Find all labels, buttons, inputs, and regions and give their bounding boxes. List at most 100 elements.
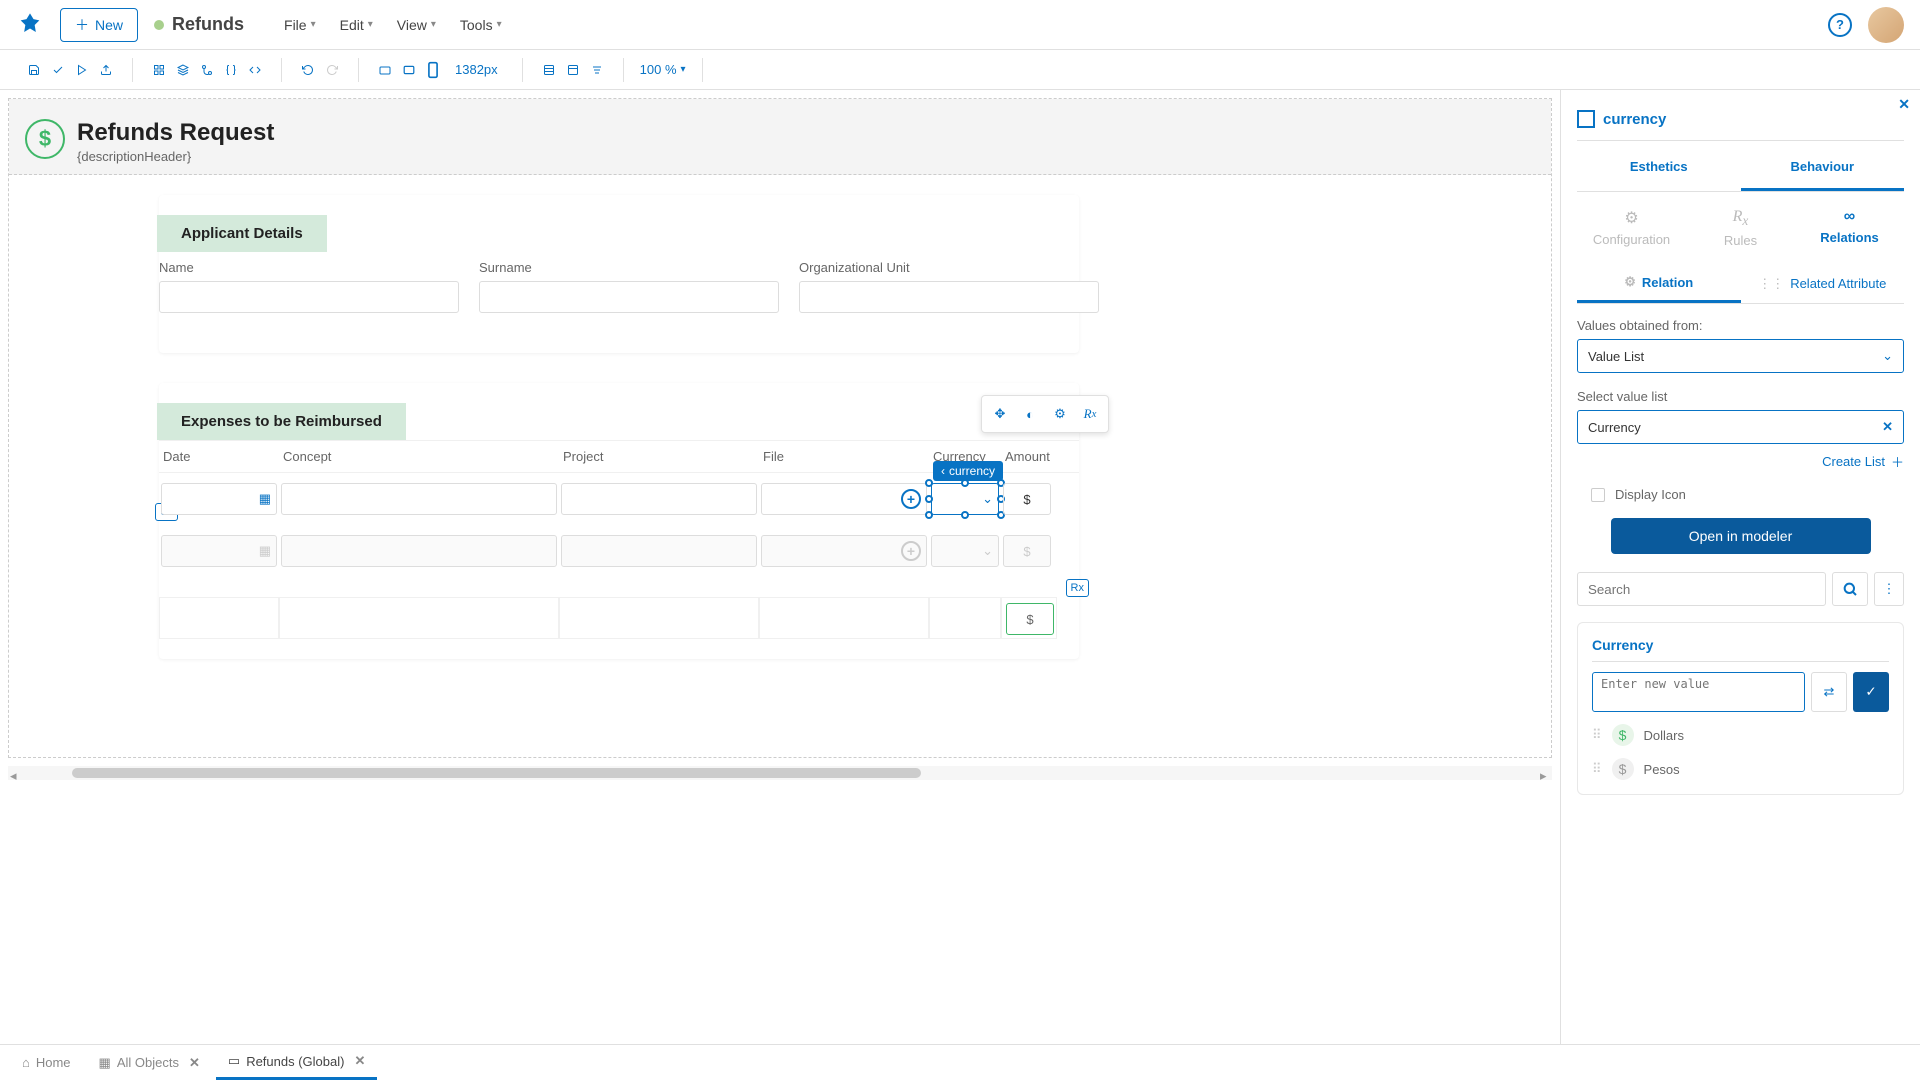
- new-button-label: New: [95, 17, 123, 33]
- value-card-title: Currency: [1592, 637, 1889, 662]
- value-item[interactable]: ⠿ $ Pesos: [1592, 746, 1889, 780]
- export-icon[interactable]: [96, 60, 116, 80]
- tab-refunds[interactable]: ▭ Refunds (Global) ✕: [216, 1045, 377, 1080]
- chevron-down-icon: ▾: [311, 19, 316, 30]
- expenses-panel: ✥ ◐ ⚙ Rx Expenses to be Reimbursed Date …: [159, 383, 1079, 659]
- field-type-icon: [1577, 110, 1595, 128]
- display-icon-checkbox[interactable]: [1591, 488, 1605, 502]
- scroll-right-icon[interactable]: ▸: [1540, 768, 1550, 778]
- chevron-down-icon: ▾: [431, 19, 436, 30]
- play-icon[interactable]: [72, 60, 92, 80]
- drag-handle-icon[interactable]: ⠿: [1592, 727, 1602, 743]
- palette-icon[interactable]: ◐: [1016, 400, 1044, 428]
- redo-icon: [322, 60, 342, 80]
- close-icon[interactable]: ✕: [354, 1053, 365, 1069]
- tab-relations[interactable]: ∞Relations: [1795, 200, 1904, 256]
- tab-behaviour[interactable]: Behaviour: [1741, 145, 1905, 191]
- close-icon[interactable]: ✕: [1898, 96, 1910, 113]
- branch-icon[interactable]: [197, 60, 217, 80]
- app-logo[interactable]: [16, 11, 44, 39]
- surname-label: Surname: [479, 260, 779, 275]
- value-label: Dollars: [1644, 728, 1684, 743]
- currency-icon: $: [1612, 758, 1634, 780]
- open-modeler-button[interactable]: Open in modeler: [1611, 518, 1871, 554]
- mobile-icon[interactable]: [423, 60, 443, 80]
- currency-tag: ‹ currency: [933, 461, 1003, 481]
- amount-input[interactable]: $: [1003, 483, 1051, 515]
- tab-rules[interactable]: RxRules: [1686, 200, 1795, 256]
- new-value-input[interactable]: [1592, 672, 1805, 712]
- close-icon[interactable]: ✕: [189, 1055, 200, 1071]
- chevron-down-icon: ▾: [681, 64, 686, 75]
- chevron-down-icon: ▾: [497, 19, 502, 30]
- applicant-panel: Applicant Details Name Surname Organizat…: [159, 195, 1079, 353]
- menu-tools[interactable]: Tools▾: [460, 17, 502, 33]
- menu-view[interactable]: View▾: [397, 17, 436, 33]
- add-file-icon[interactable]: +: [901, 489, 921, 509]
- tab-configuration[interactable]: ⚙Configuration: [1577, 200, 1686, 256]
- drag-handle-icon[interactable]: ⠿: [1592, 761, 1602, 777]
- concept-input[interactable]: [281, 483, 557, 515]
- align-icon[interactable]: [587, 60, 607, 80]
- rx-badge[interactable]: Rx: [1066, 579, 1089, 597]
- surname-input[interactable]: [479, 281, 779, 313]
- element-toolbar: ✥ ◐ ⚙ Rx: [981, 395, 1109, 433]
- confirm-value-button[interactable]: ✓: [1853, 672, 1889, 712]
- scrollbar-thumb[interactable]: [72, 768, 921, 778]
- translate-icon[interactable]: ⇄: [1811, 672, 1847, 712]
- org-input[interactable]: [799, 281, 1099, 313]
- user-avatar[interactable]: [1868, 7, 1904, 43]
- components-icon[interactable]: [149, 60, 169, 80]
- gear-icon: ⚙: [1624, 208, 1638, 228]
- code-icon[interactable]: [245, 60, 265, 80]
- layers-icon[interactable]: [173, 60, 193, 80]
- search-button[interactable]: [1832, 572, 1868, 606]
- tab-home[interactable]: ⌂ Home: [10, 1047, 83, 1078]
- grid-icon: ▦: [99, 1055, 111, 1071]
- layout-icon-1[interactable]: [539, 60, 559, 80]
- select-list-input[interactable]: Currency ✕: [1577, 410, 1904, 444]
- undo-icon[interactable]: [298, 60, 318, 80]
- check-icon[interactable]: [48, 60, 68, 80]
- name-input[interactable]: [159, 281, 459, 313]
- new-button[interactable]: ＋ New: [60, 8, 138, 42]
- tablet-icon[interactable]: [399, 60, 419, 80]
- search-input[interactable]: [1577, 572, 1826, 606]
- menu-edit[interactable]: Edit▾: [340, 17, 373, 33]
- col-concept: Concept: [279, 441, 559, 472]
- select-list-label: Select value list: [1577, 389, 1904, 404]
- layout-icon-2[interactable]: [563, 60, 583, 80]
- form-icon: ▭: [228, 1053, 240, 1069]
- gear-icon[interactable]: ⚙: [1046, 400, 1074, 428]
- col-file: File: [759, 441, 929, 472]
- value-item[interactable]: ⠿ $ Dollars: [1592, 712, 1889, 746]
- document-title: Refunds: [172, 14, 244, 35]
- tab-relation[interactable]: ⚙Relation: [1577, 264, 1741, 303]
- org-label: Organizational Unit: [799, 260, 1099, 275]
- help-icon[interactable]: ?: [1828, 13, 1852, 37]
- project-input[interactable]: [561, 483, 757, 515]
- horizontal-scrollbar[interactable]: ◂ ▸: [8, 766, 1552, 780]
- tab-esthetics[interactable]: Esthetics: [1577, 145, 1741, 191]
- chevron-down-icon[interactable]: ⌄: [982, 491, 993, 507]
- save-icon[interactable]: [24, 60, 44, 80]
- clear-icon[interactable]: ✕: [1882, 419, 1893, 435]
- scroll-left-icon[interactable]: ◂: [10, 768, 20, 778]
- calendar-icon[interactable]: ▦: [259, 491, 271, 507]
- create-list-link[interactable]: Create List ＋: [1577, 452, 1904, 471]
- currency-icon: $: [1612, 724, 1634, 746]
- values-from-select[interactable]: Value List ⌄: [1577, 339, 1904, 373]
- total-amount: $: [1006, 603, 1054, 635]
- zoom-dropdown[interactable]: 100 %▾: [640, 62, 686, 77]
- braces-icon[interactable]: [221, 60, 241, 80]
- move-icon[interactable]: ✥: [986, 400, 1014, 428]
- tab-related-attribute[interactable]: ⋮⋮Related Attribute: [1741, 264, 1905, 303]
- project-input-disabled: [561, 535, 757, 567]
- more-menu-button[interactable]: ⋮: [1874, 572, 1904, 606]
- desktop-icon[interactable]: [375, 60, 395, 80]
- form-header: $ Refunds Request {descriptionHeader}: [9, 99, 1551, 175]
- menu-file[interactable]: File▾: [284, 17, 316, 33]
- tab-all-objects[interactable]: ▦ All Objects ✕: [87, 1047, 212, 1079]
- rx-icon[interactable]: Rx: [1076, 400, 1104, 428]
- currency-cell-selected[interactable]: ‹ currency ⌄: [929, 483, 1001, 515]
